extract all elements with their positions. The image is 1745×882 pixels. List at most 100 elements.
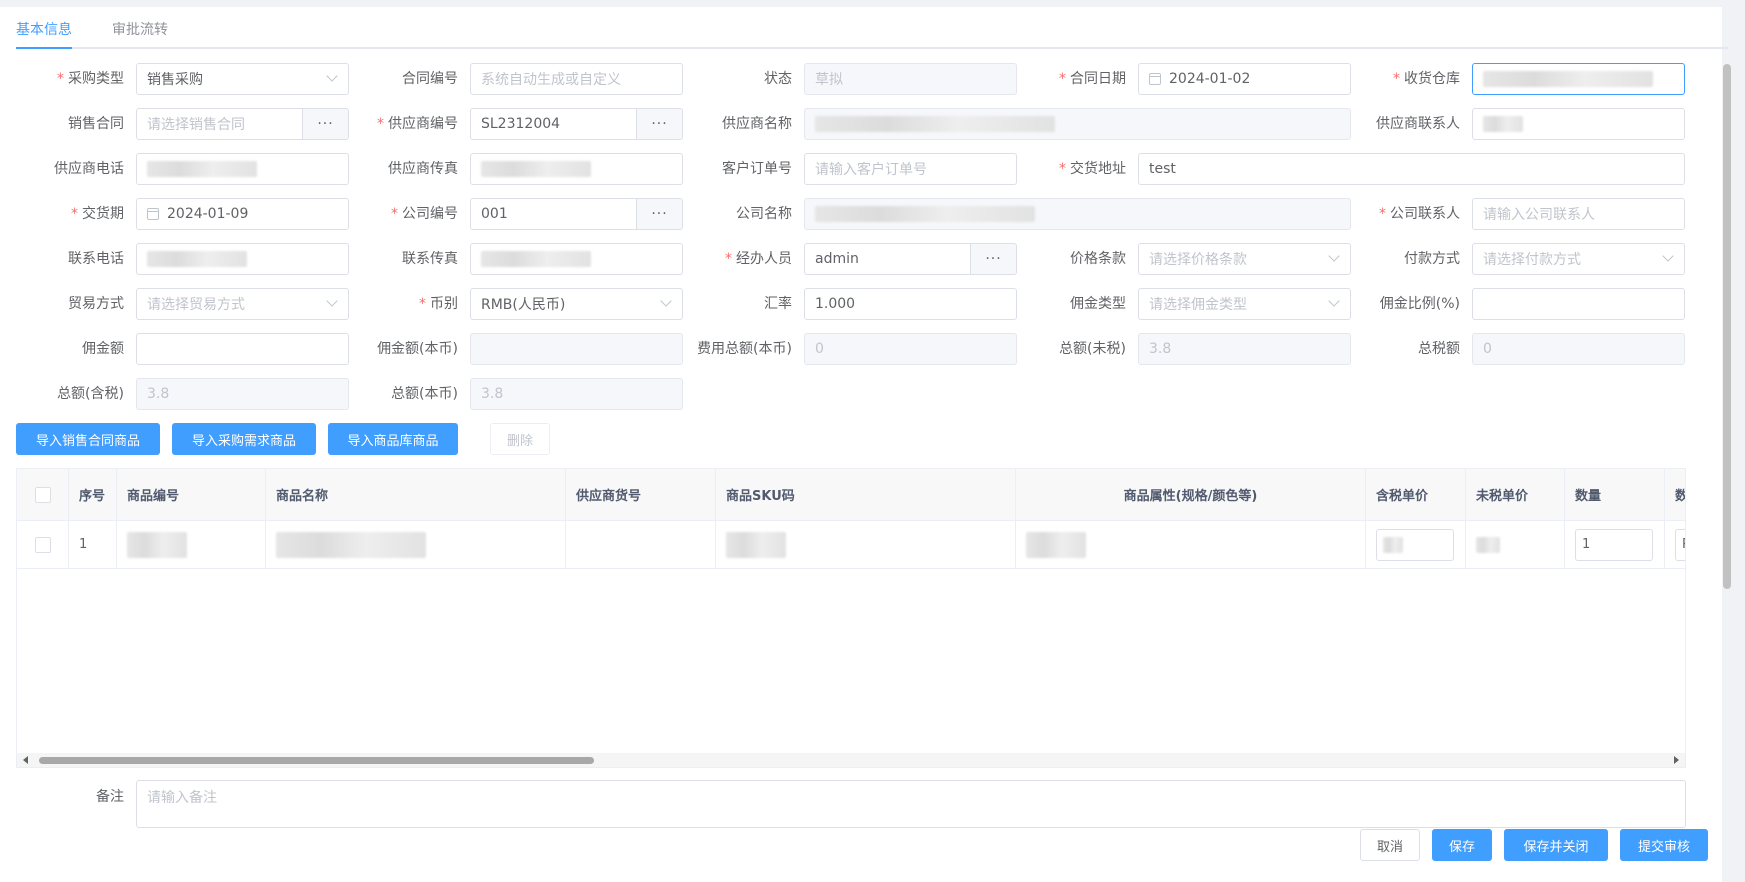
product-sku-cell	[716, 521, 1016, 568]
scrollbar-thumb[interactable]	[39, 757, 594, 764]
calendar-icon	[1149, 73, 1161, 85]
label-exchange-rate: 汇率	[764, 296, 792, 312]
column-header: 商品SKU码	[716, 469, 1016, 520]
label-currency: * 币别	[419, 296, 458, 312]
table-row: 1 1 P	[17, 521, 1685, 569]
contact-fax-input[interactable]	[470, 243, 683, 275]
chevron-down-icon	[1328, 295, 1340, 307]
label-commission-amount: 佣金额	[82, 341, 124, 357]
status-field: 草拟	[804, 63, 1017, 95]
select-all-checkbox[interactable]	[34, 486, 51, 503]
delivery-date-picker[interactable]: 2024-01-09	[136, 198, 349, 230]
customer-order-input[interactable]: 请输入客户订单号	[804, 153, 1017, 185]
label-customer-order: 客户订单号	[722, 161, 792, 177]
redacted-value	[726, 531, 786, 558]
label-delivery-date: * 交货期	[71, 206, 124, 222]
company-code-input[interactable]: 001 ···	[470, 198, 683, 230]
label-payment-method: 付款方式	[1404, 251, 1460, 267]
scroll-right-icon[interactable]	[1674, 756, 1679, 764]
label-remark: 备注	[96, 789, 124, 805]
label-commission-ratio: 佣金比例(%)	[1379, 296, 1460, 312]
supplier-contact-input[interactable]	[1472, 108, 1685, 140]
commission-type-select[interactable]: 请选择佣金类型	[1138, 288, 1351, 320]
supplier-phone-input[interactable]	[136, 153, 349, 185]
redacted-value	[1026, 531, 1086, 558]
more-dots-button[interactable]: ···	[302, 109, 348, 139]
column-header: 供应商货号	[566, 469, 716, 520]
import-sales-contract-button[interactable]: 导入销售合同商品	[16, 423, 160, 455]
label-contract-no: 合同编号	[402, 71, 458, 87]
tab-active-indicator	[16, 47, 72, 49]
row-checkbox[interactable]	[34, 536, 51, 553]
label-sales-contract: 销售合同	[68, 116, 124, 132]
company-contact-input[interactable]: 请输入公司联系人	[1472, 198, 1685, 230]
label-commission-type: 佣金类型	[1070, 296, 1126, 312]
product-name-cell	[266, 521, 566, 568]
chevron-down-icon	[1328, 250, 1340, 262]
column-header: 序号	[69, 469, 117, 520]
label-total-excl-tax: 总额(未税)	[1059, 341, 1126, 357]
more-dots-button[interactable]: ···	[970, 244, 1016, 274]
column-header: 商品编号	[117, 469, 266, 520]
label-price-terms: 价格条款	[1070, 251, 1126, 267]
cancel-button[interactable]: 取消	[1360, 829, 1420, 861]
import-product-library-button[interactable]: 导入商品库商品	[328, 423, 458, 455]
import-purchase-demand-button[interactable]: 导入采购需求商品	[172, 423, 316, 455]
save-button[interactable]: 保存	[1432, 829, 1492, 861]
scroll-left-icon[interactable]	[23, 756, 28, 764]
submit-review-button[interactable]: 提交审核	[1620, 829, 1708, 861]
price-incl-tax-input[interactable]	[1376, 528, 1454, 561]
extra-cell: P	[1665, 521, 1685, 568]
total-tax-field: 0	[1472, 333, 1685, 365]
contract-date-picker[interactable]: 2024-01-02	[1138, 63, 1351, 95]
chevron-down-icon	[326, 70, 338, 82]
price-terms-select[interactable]: 请选择价格条款	[1138, 243, 1351, 275]
vertical-scrollbar[interactable]	[1723, 64, 1731, 589]
payment-method-select[interactable]: 请选择付款方式	[1472, 243, 1685, 275]
commission-local-field	[470, 333, 683, 365]
warehouse-select[interactable]	[1472, 63, 1685, 95]
trade-method-select[interactable]: 请选择贸易方式	[136, 288, 349, 320]
redacted-value	[481, 251, 591, 267]
delivery-address-input[interactable]: test	[1138, 153, 1685, 185]
exchange-rate-input[interactable]: 1.000	[804, 288, 1017, 320]
column-header: 含税单价	[1366, 469, 1466, 520]
delete-button[interactable]: 删除	[490, 423, 550, 455]
purchase-type-select[interactable]: 销售采购	[136, 63, 349, 95]
product-attr-cell	[1016, 521, 1366, 568]
commission-amount-input[interactable]	[136, 333, 349, 365]
label-supplier-code: * 供应商编号	[377, 116, 458, 132]
sales-contract-input[interactable]: 请选择销售合同 ···	[136, 108, 349, 140]
product-table: 序号 商品编号 商品名称 供应商货号 商品SKU码 商品属性(规格/颜色等) 含…	[16, 468, 1686, 768]
currency-select[interactable]: RMB(人民币)	[470, 288, 683, 320]
more-dots-button[interactable]: ···	[636, 199, 682, 229]
supplier-code-input[interactable]: SL2312004 ···	[470, 108, 683, 140]
tab-basic-info[interactable]: 基本信息	[16, 19, 72, 39]
redacted-value	[1476, 536, 1500, 553]
more-dots-button[interactable]: ···	[636, 109, 682, 139]
supplier-fax-input[interactable]	[470, 153, 683, 185]
redacted-value	[127, 531, 187, 558]
handler-input[interactable]: admin ···	[804, 243, 1017, 275]
commission-ratio-input[interactable]	[1472, 288, 1685, 320]
label-handler: * 经办人员	[725, 251, 792, 267]
redacted-value	[1383, 536, 1403, 553]
price-incl-tax-cell	[1366, 521, 1466, 568]
quantity-input[interactable]: 1	[1575, 528, 1653, 561]
redacted-value	[276, 531, 426, 558]
column-header: 数	[1665, 469, 1685, 520]
horizontal-scrollbar[interactable]	[17, 753, 1685, 767]
label-contact-phone: 联系电话	[68, 251, 124, 267]
label-company-code: * 公司编号	[391, 206, 458, 222]
extra-input[interactable]: P	[1675, 528, 1685, 561]
contract-no-input[interactable]: 系统自动生成或自定义	[470, 63, 683, 95]
redacted-value	[147, 161, 257, 177]
contact-phone-input[interactable]	[136, 243, 349, 275]
label-supplier-phone: 供应商电话	[54, 161, 124, 177]
tab-approval-flow[interactable]: 审批流转	[112, 19, 168, 39]
total-excl-tax-field: 3.8	[1138, 333, 1351, 365]
save-close-button[interactable]: 保存并关闭	[1504, 829, 1608, 861]
select-all-cell	[17, 469, 69, 520]
label-delivery-address: * 交货地址	[1059, 161, 1126, 177]
remark-textarea[interactable]	[136, 780, 1686, 828]
